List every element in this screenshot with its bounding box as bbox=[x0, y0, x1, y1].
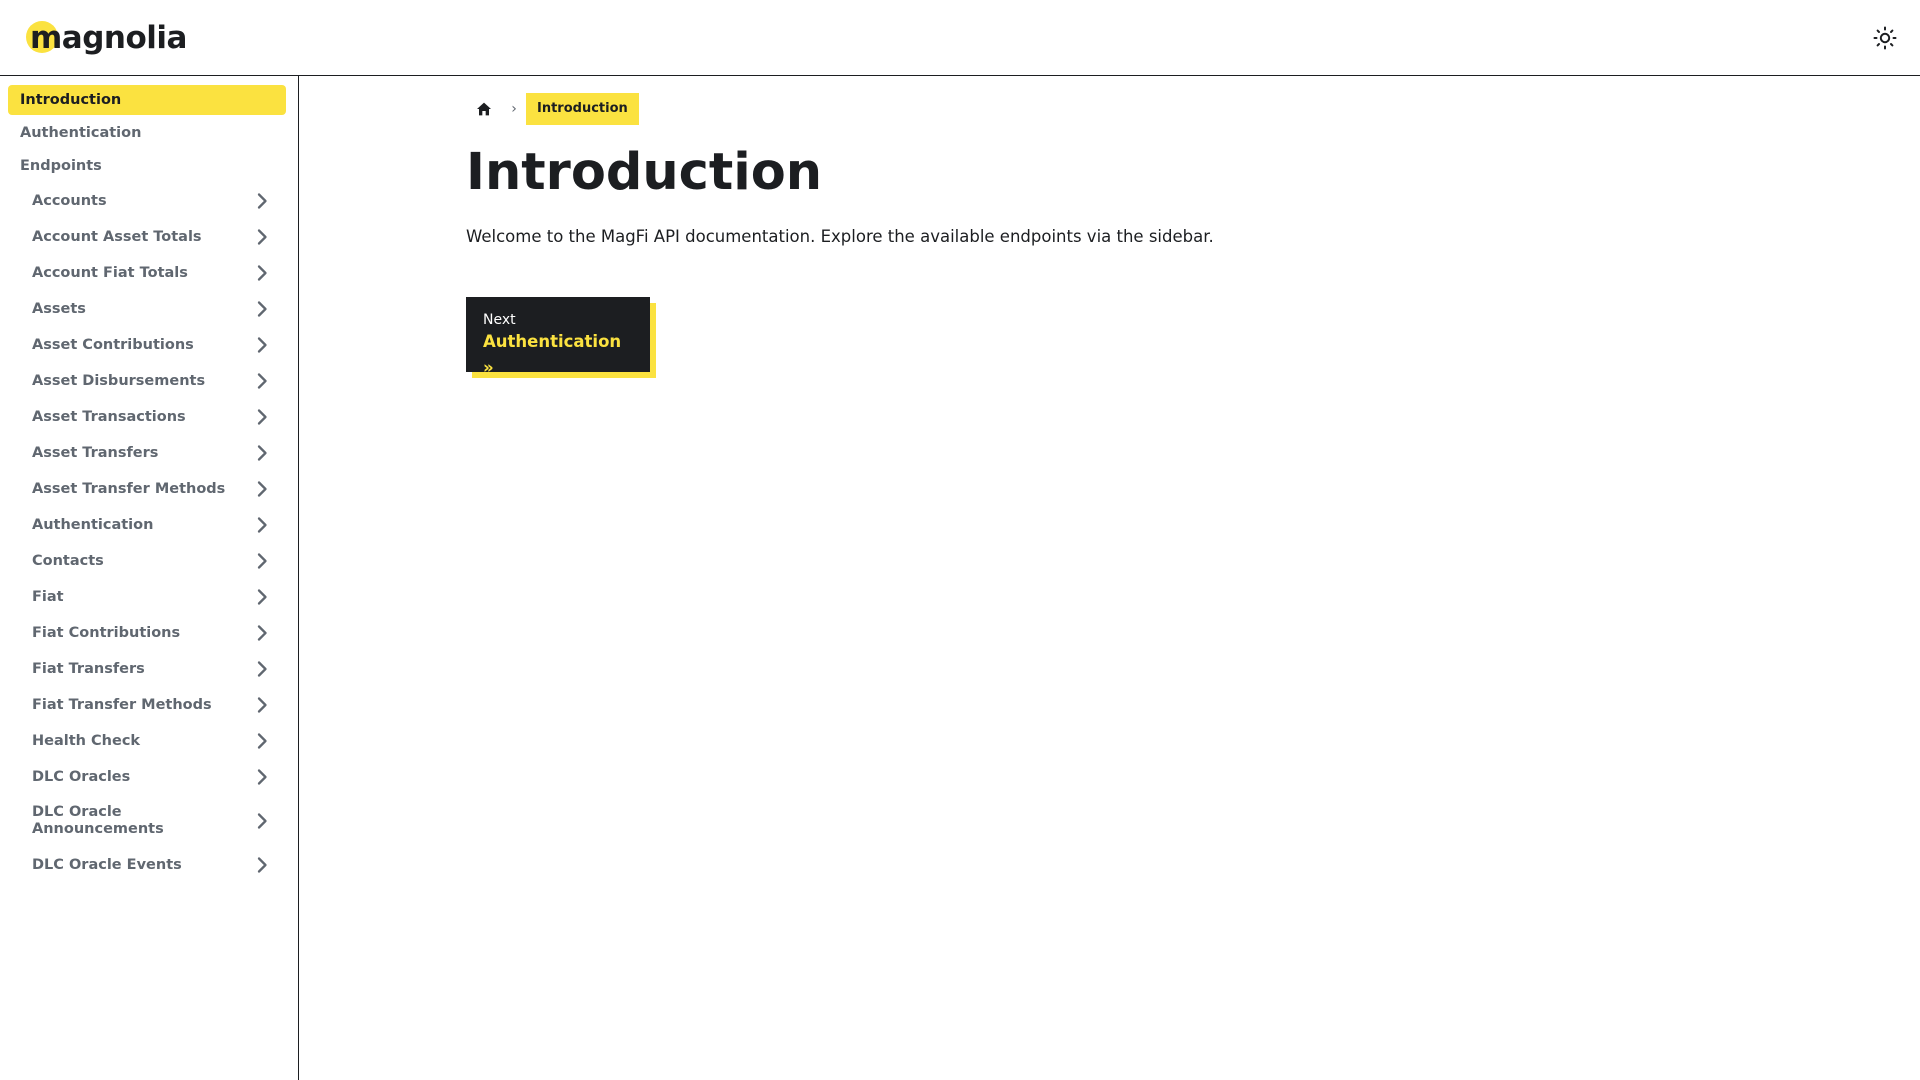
chevron-right-icon bbox=[257, 337, 267, 353]
chevron-right-icon bbox=[257, 409, 267, 425]
category-label: Authentication bbox=[32, 516, 154, 533]
category-label: DLC Oracle Events bbox=[32, 856, 182, 873]
sun-icon bbox=[1873, 26, 1897, 50]
chevron-right-icon bbox=[257, 373, 267, 389]
sidebar-item-endpoints: Endpoints Accounts Account Asset Totals … bbox=[8, 151, 298, 883]
endpoints-list: Accounts Account Asset Totals Account Fi… bbox=[8, 183, 298, 883]
sidebar-category-dlc-oracle-events[interactable]: DLC Oracle Events bbox=[8, 847, 286, 883]
pagination-nav: Next Authentication » bbox=[466, 297, 656, 378]
breadcrumb: › Introduction bbox=[466, 93, 639, 125]
category-label: Asset Transactions bbox=[32, 408, 186, 425]
category-label: Accounts bbox=[32, 192, 107, 209]
category-label: Asset Transfer Methods bbox=[32, 480, 226, 497]
sidebar-link-introduction[interactable]: Introduction bbox=[8, 85, 286, 115]
category-label: Account Fiat Totals bbox=[32, 264, 188, 281]
theme-toggle-button[interactable] bbox=[1870, 23, 1900, 53]
sidebar: Introduction Authentication Endpoints Ac… bbox=[0, 76, 299, 1080]
category-label: Contacts bbox=[32, 552, 104, 569]
chevron-right-icon bbox=[257, 857, 267, 873]
category-label: Fiat bbox=[32, 588, 64, 605]
sidebar-item-introduction: Introduction bbox=[8, 85, 298, 115]
category-label: Fiat Transfer Methods bbox=[32, 696, 212, 713]
chevron-right-icon bbox=[257, 265, 267, 281]
chevron-right-icon bbox=[257, 517, 267, 533]
chevron-right-icon bbox=[257, 553, 267, 569]
breadcrumb-home-link[interactable] bbox=[466, 93, 502, 125]
sidebar-category-fiat-contributions[interactable]: Fiat Contributions bbox=[8, 615, 286, 651]
sidebar-category-account-asset-totals[interactable]: Account Asset Totals bbox=[8, 219, 286, 255]
breadcrumb-current: Introduction bbox=[526, 93, 639, 125]
intro-paragraph: Welcome to the MagFi API documentation. … bbox=[466, 227, 1214, 246]
breadcrumb-separator: › bbox=[511, 101, 517, 117]
sidebar-category-account-fiat-totals[interactable]: Account Fiat Totals bbox=[8, 255, 286, 291]
chevron-right-icon bbox=[257, 697, 267, 713]
category-label: Fiat Contributions bbox=[32, 624, 181, 641]
sidebar-category-authentication[interactable]: Authentication bbox=[8, 507, 286, 543]
sidebar-item-authentication: Authentication bbox=[8, 118, 298, 148]
pagination-sublabel: Next bbox=[483, 312, 516, 328]
category-label: Asset Contributions bbox=[32, 336, 194, 353]
brand-name: magnolia bbox=[30, 20, 187, 56]
sidebar-category-asset-transfers[interactable]: Asset Transfers bbox=[8, 435, 286, 471]
sidebar-category-asset-transactions[interactable]: Asset Transactions bbox=[8, 399, 286, 435]
sidebar-category-asset-contributions[interactable]: Asset Contributions bbox=[8, 327, 286, 363]
home-icon bbox=[477, 102, 491, 116]
chevron-right-icon bbox=[257, 589, 267, 605]
chevron-right-icon bbox=[257, 301, 267, 317]
sidebar-category-fiat[interactable]: Fiat bbox=[8, 579, 286, 615]
category-label: DLC Oracles bbox=[32, 768, 131, 785]
sidebar-category-accounts[interactable]: Accounts bbox=[8, 183, 286, 219]
category-label: DLC Oracle Announcements bbox=[32, 804, 164, 837]
sidebar-category-fiat-transfers[interactable]: Fiat Transfers bbox=[8, 651, 286, 687]
chevron-right-icon bbox=[257, 813, 267, 829]
navbar: magnolia bbox=[0, 0, 1920, 76]
category-label: Health Check bbox=[32, 732, 141, 749]
chevron-right-icon bbox=[257, 229, 267, 245]
sidebar-category-dlc-oracles[interactable]: DLC Oracles bbox=[8, 759, 286, 795]
sidebar-category-dlc-oracle-announcements[interactable]: DLC Oracle Announcements bbox=[8, 795, 286, 847]
category-label: Asset Disbursements bbox=[32, 372, 206, 389]
sidebar-category-assets[interactable]: Assets bbox=[8, 291, 286, 327]
chevron-right-icon bbox=[257, 769, 267, 785]
sidebar-category-health-check[interactable]: Health Check bbox=[8, 723, 286, 759]
sidebar-link-endpoints[interactable]: Endpoints bbox=[8, 151, 286, 181]
sidebar-menu: Introduction Authentication Endpoints Ac… bbox=[0, 76, 298, 883]
pagination-label: Authentication » bbox=[483, 332, 622, 377]
brand-logo-link[interactable]: magnolia bbox=[26, 18, 187, 58]
category-label: Assets bbox=[32, 300, 86, 317]
category-label: Account Asset Totals bbox=[32, 228, 202, 245]
sidebar-category-fiat-transfer-methods[interactable]: Fiat Transfer Methods bbox=[8, 687, 286, 723]
category-label: Asset Transfers bbox=[32, 444, 159, 461]
sidebar-category-asset-disbursements[interactable]: Asset Disbursements bbox=[8, 363, 286, 399]
category-label: Fiat Transfers bbox=[32, 660, 145, 677]
page-title: Introduction bbox=[466, 143, 823, 202]
chevron-right-icon bbox=[257, 445, 267, 461]
sidebar-category-asset-transfer-methods[interactable]: Asset Transfer Methods bbox=[8, 471, 286, 507]
chevron-right-icon bbox=[257, 481, 267, 497]
pagination-next-button[interactable]: Next Authentication » bbox=[466, 297, 650, 377]
chevron-right-icon bbox=[257, 661, 267, 677]
chevron-right-icon bbox=[257, 733, 267, 749]
sidebar-link-authentication[interactable]: Authentication bbox=[8, 118, 286, 148]
chevron-right-icon bbox=[257, 625, 267, 641]
sidebar-category-contacts[interactable]: Contacts bbox=[8, 543, 286, 579]
chevron-right-icon bbox=[257, 193, 267, 209]
